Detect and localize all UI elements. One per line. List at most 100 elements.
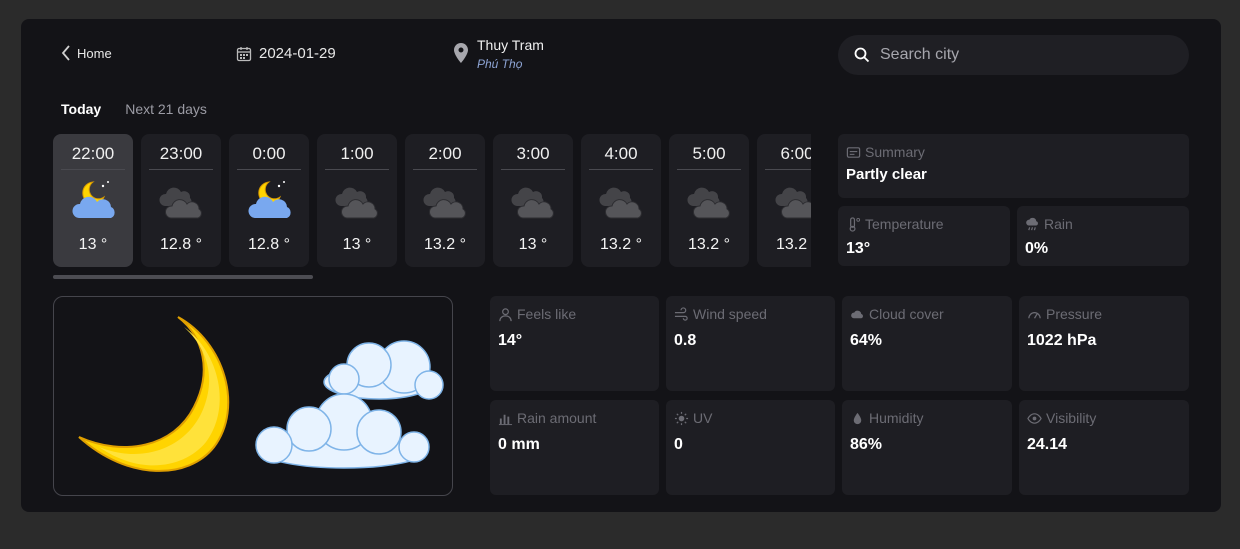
date-text: 2024-01-29	[259, 45, 336, 62]
uv-label: UV	[693, 410, 713, 426]
tab-today[interactable]: Today	[61, 101, 101, 117]
search-bar[interactable]	[838, 35, 1189, 75]
temperature-value: 13°	[846, 240, 871, 257]
hour-time: 6:00	[765, 134, 811, 170]
weather-panel: Home 2024-01-29 Thuy Tram Phú Thọ Today …	[21, 19, 1221, 512]
summary-value: Partly clear	[846, 166, 927, 183]
hour-time: 2:00	[413, 134, 477, 170]
hour-card[interactable]: 1:00 13 °	[317, 134, 397, 267]
feels-like-label: Feels like	[517, 306, 577, 322]
back-home-label: Home	[77, 45, 112, 61]
hour-temp: 13.2 °	[688, 236, 730, 253]
hour-time: 4:00	[589, 134, 653, 170]
hour-time: 5:00	[677, 134, 741, 170]
location-display: Thuy Tram Phú Thọ	[454, 37, 544, 71]
hour-temp: 13.2 °	[424, 236, 466, 253]
hour-card[interactable]: 0:00 12.8 °	[229, 134, 309, 267]
hour-card[interactable]: 5:00 13.2 °	[669, 134, 749, 267]
hour-temp: 13 °	[342, 236, 372, 253]
cloud-cover-value: 64%	[850, 332, 883, 349]
gauge-icon	[1028, 311, 1041, 319]
uv-value: 0	[674, 436, 683, 453]
temperature-label: Temperature	[865, 216, 944, 232]
hour-card[interactable]: 2:00 13.2 °	[405, 134, 485, 267]
user-icon	[499, 307, 512, 321]
rain-amount-value: 0 mm	[498, 436, 540, 453]
cloud-icon	[851, 310, 863, 318]
hour-card[interactable]: 6:00 13.2 °	[757, 134, 811, 267]
cloud-cover-card: Cloud cover 64%	[842, 296, 1012, 391]
pressure-value: 1022 hPa	[1027, 332, 1097, 349]
wind-speed-value: 0.8	[674, 332, 697, 349]
hour-time: 0:00	[237, 134, 301, 170]
bar-chart-icon	[498, 414, 513, 425]
calendar-icon	[236, 46, 252, 61]
hour-time: 22:00	[61, 134, 125, 170]
pressure-card: Pressure 1022 hPa	[1019, 296, 1189, 391]
hour-temp: 12.8 °	[248, 236, 290, 253]
cloudy-icon	[771, 178, 811, 224]
sun-rays-icon	[674, 411, 689, 425]
eye-icon	[1027, 412, 1042, 424]
city-name: Thuy Tram	[477, 37, 544, 53]
current-weather-illustration	[53, 296, 453, 496]
cloudy-icon	[331, 178, 383, 224]
chevron-left-icon	[61, 45, 70, 61]
map-pin-icon	[454, 43, 468, 63]
humidity-label: Humidity	[869, 410, 924, 426]
hour-time: 23:00	[149, 134, 213, 170]
region-name: Phú Thọ	[477, 57, 523, 71]
cloudy-icon	[419, 178, 471, 224]
cloudy-icon	[507, 178, 559, 224]
visibility-value: 24.14	[1027, 436, 1068, 453]
cloudy-icon	[683, 178, 735, 224]
hour-card[interactable]: 23:00 12.8 °	[141, 134, 221, 267]
hour-time: 1:00	[325, 134, 389, 170]
rain-amount-label: Rain amount	[517, 410, 597, 426]
feels-like-value: 14°	[498, 332, 523, 349]
moon-cloud-icon	[67, 178, 119, 224]
summary-icon	[846, 146, 861, 158]
wind-speed-label: Wind speed	[693, 306, 767, 322]
humidity-value: 86%	[850, 436, 883, 453]
search-icon	[854, 47, 870, 63]
hour-card[interactable]: 22:00 13 °	[53, 134, 133, 267]
summary-label: Summary	[865, 144, 925, 160]
droplet-icon	[853, 412, 862, 424]
cloudy-icon	[155, 178, 207, 224]
hourly-forecast-list: 22:00 13 ° 23:00 12.8 ° 0:00 12.8 ° 1:00 13 ° 2:…	[53, 134, 811, 268]
summary-card: Summary Partly clear	[838, 134, 1189, 198]
hour-card[interactable]: 4:00 13.2 °	[581, 134, 661, 267]
rain-cloud-icon	[1026, 217, 1038, 230]
moon-with-clouds-icon	[78, 316, 444, 472]
wind-speed-card: Wind speed 0.8	[666, 296, 835, 391]
hour-card[interactable]: 3:00 13 °	[493, 134, 573, 267]
wind-icon	[674, 306, 688, 321]
hour-temp: 13.2 °	[776, 236, 811, 253]
back-home-link[interactable]: Home	[61, 45, 112, 61]
visibility-label: Visibility	[1046, 410, 1097, 426]
rain-amount-card: Rain amount 0 mm	[490, 400, 659, 495]
rain-value: 0%	[1025, 240, 1049, 257]
temperature-card: Temperature 13°	[838, 206, 1010, 266]
cloudy-icon	[595, 178, 647, 224]
pressure-label: Pressure	[1046, 306, 1103, 322]
tab-next-21-days[interactable]: Next 21 days	[125, 101, 207, 117]
forecast-tabs: Today Next 21 days	[61, 101, 207, 117]
cloud-cover-label: Cloud cover	[869, 306, 944, 322]
humidity-card: Humidity 86%	[842, 400, 1012, 495]
date-display: 2024-01-29	[236, 45, 336, 62]
rain-card: Rain 0%	[1017, 206, 1189, 266]
hour-temp: 13 °	[518, 236, 548, 253]
hour-temp: 13 °	[78, 236, 108, 253]
visibility-card: Visibility 24.14	[1019, 400, 1189, 495]
hour-time: 3:00	[501, 134, 565, 170]
hourly-scrollbar[interactable]	[53, 275, 313, 279]
search-input[interactable]	[880, 46, 1170, 64]
hour-temp: 12.8 °	[160, 236, 202, 253]
moon-cloud-icon	[243, 178, 295, 224]
thermometer-icon	[849, 216, 861, 232]
hour-temp: 13.2 °	[600, 236, 642, 253]
rain-label: Rain	[1044, 216, 1073, 232]
feels-like-card: Feels like 14°	[490, 296, 659, 391]
